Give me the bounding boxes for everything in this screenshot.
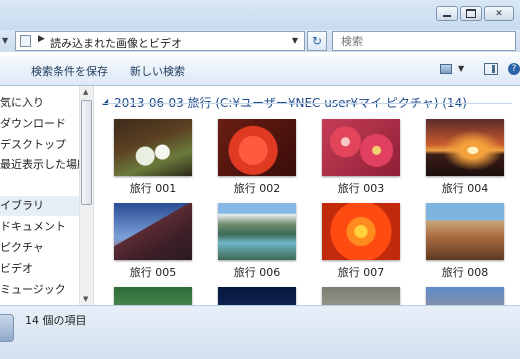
maximize-icon — [466, 9, 476, 18]
title-bar: ✕ — [0, 0, 520, 30]
nav-item-videos[interactable]: ビデオ — [0, 259, 80, 279]
close-icon: ✕ — [495, 8, 503, 19]
file-item[interactable]: 旅行 004 — [419, 119, 509, 205]
breadcrumb-chevron-icon[interactable]: ▶ — [38, 34, 45, 44]
search-folder-icon — [20, 35, 31, 47]
minimize-button[interactable] — [436, 6, 458, 21]
nav-item-libraries[interactable]: イブラリ — [0, 196, 80, 216]
file-name: 旅行 002 — [233, 182, 281, 195]
photo-thumbnail — [426, 119, 504, 176]
file-item[interactable] — [315, 287, 405, 305]
group-header[interactable]: ◢ 2013-06-03 旅行 (C:¥ユーザー¥NEC user¥マイ ピクチ… — [102, 94, 512, 110]
close-button[interactable]: ✕ — [484, 6, 514, 21]
nav-scrollbar[interactable]: ▲ ▼ — [79, 86, 93, 305]
photo-thumbnail — [426, 203, 504, 260]
file-item[interactable]: 旅行 002 — [211, 119, 301, 205]
file-item[interactable]: 旅行 001 — [107, 119, 197, 205]
nav-item-favorites[interactable]: 気に入り — [0, 93, 80, 113]
photo-thumbnail — [114, 203, 192, 260]
file-item[interactable]: 旅行 005 — [107, 203, 197, 289]
recent-pages-dropdown-icon[interactable]: ▼ — [2, 36, 8, 45]
group-divider — [102, 103, 512, 104]
nav-item-desktop[interactable]: デスクトップ — [0, 135, 80, 155]
photo-thumbnail — [218, 119, 296, 176]
file-name: 旅行 008 — [441, 266, 489, 279]
photo-thumbnail — [114, 287, 192, 305]
nav-item-recent-places[interactable]: 最近表示した場所 — [0, 155, 80, 175]
photo-thumbnail — [426, 287, 504, 305]
details-pane: 14 個の項目 — [0, 305, 520, 359]
file-item[interactable]: 旅行 007 — [315, 203, 405, 289]
file-item[interactable]: 旅行 003 — [315, 119, 405, 205]
scroll-up-icon[interactable]: ▲ — [83, 88, 88, 96]
photo-thumbnail — [114, 119, 192, 176]
search-folder-icon — [0, 314, 14, 342]
file-name: 旅行 006 — [233, 266, 281, 279]
file-name: 旅行 004 — [441, 182, 489, 195]
scroll-thumb[interactable] — [81, 100, 92, 205]
file-item[interactable]: 旅行 006 — [211, 203, 301, 289]
refresh-button[interactable]: ↻ — [307, 31, 327, 51]
nav-item-downloads[interactable]: ダウンロード — [0, 114, 80, 134]
file-item[interactable] — [211, 287, 301, 305]
nav-item-pictures[interactable]: ピクチャ — [0, 238, 80, 258]
address-row: ▼ ▶ 読み込まれた画像とビデオ ▼ ↻ — [0, 30, 520, 52]
photo-thumbnail — [218, 287, 296, 305]
preview-pane-icon[interactable] — [484, 63, 498, 75]
file-item[interactable] — [419, 287, 509, 305]
nav-item-music[interactable]: ミュージック — [0, 280, 80, 300]
address-dropdown-icon[interactable]: ▼ — [292, 36, 298, 45]
file-name: 旅行 005 — [129, 266, 177, 279]
file-name: 旅行 003 — [337, 182, 385, 195]
search-box[interactable] — [332, 31, 516, 51]
search-input[interactable] — [341, 35, 511, 48]
maximize-button[interactable] — [460, 6, 482, 21]
file-name: 旅行 001 — [129, 182, 177, 195]
nav-item-documents[interactable]: ドキュメント — [0, 217, 80, 237]
views-dropdown-icon[interactable]: ▼ — [458, 64, 464, 73]
navigation-pane: 気に入り ダウンロード デスクトップ 最近表示した場所 イブラリ ドキュメント … — [0, 86, 94, 305]
help-icon[interactable]: ? — [508, 63, 520, 75]
window-controls: ✕ — [436, 6, 514, 21]
collapse-chevron-icon[interactable]: ◢ — [102, 97, 108, 106]
photo-thumbnail — [322, 203, 400, 260]
photo-thumbnail — [322, 287, 400, 305]
photo-thumbnail — [218, 203, 296, 260]
item-count: 14 個の項目 — [25, 314, 87, 327]
views-icon[interactable] — [440, 64, 452, 74]
file-item[interactable] — [107, 287, 197, 305]
file-name: 旅行 007 — [337, 266, 385, 279]
address-bar[interactable]: ▶ 読み込まれた画像とビデオ ▼ — [15, 31, 305, 51]
breadcrumb-current[interactable]: 読み込まれた画像とビデオ — [50, 35, 182, 51]
save-search-button[interactable]: 検索条件を保存 — [31, 63, 108, 79]
command-bar: 検索条件を保存 新しい検索 ▼ ? — [0, 56, 520, 86]
file-item[interactable]: 旅行 008 — [419, 203, 509, 289]
scroll-down-icon[interactable]: ▼ — [83, 295, 88, 303]
photo-thumbnail — [322, 119, 400, 176]
refresh-icon: ↻ — [311, 34, 323, 48]
file-list: ◢ 2013-06-03 旅行 (C:¥ユーザー¥NEC user¥マイ ピクチ… — [94, 86, 520, 305]
new-search-button[interactable]: 新しい検索 — [130, 63, 185, 79]
minimize-icon — [443, 15, 451, 17]
